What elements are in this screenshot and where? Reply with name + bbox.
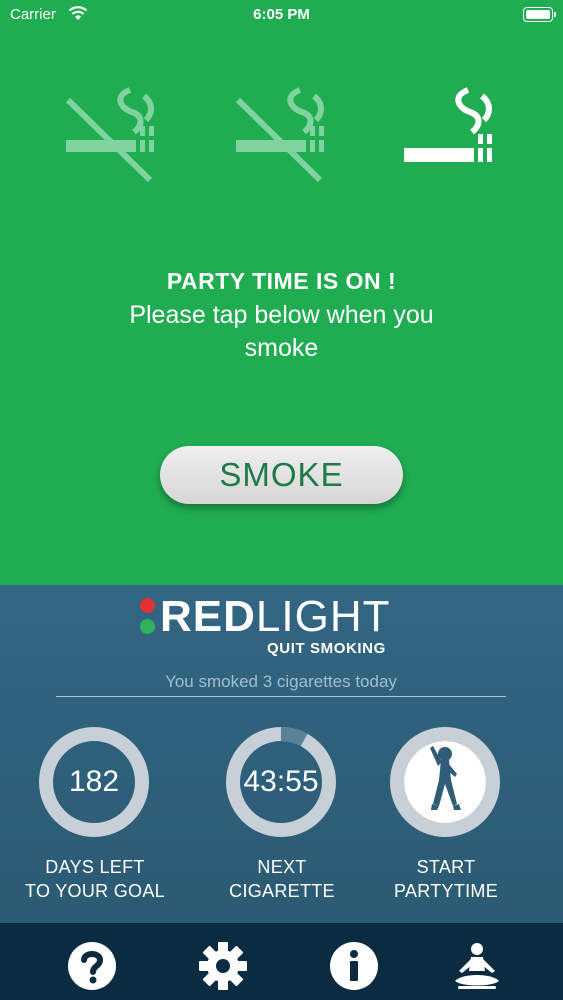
partytime-label-line1: START <box>416 857 476 877</box>
relax-tab[interactable] <box>452 941 502 991</box>
smoke-button[interactable]: SMOKE <box>160 446 403 504</box>
status-bar: Carrier 6:05 PM <box>0 0 563 32</box>
days-left-label: DAYS LEFT TO YOUR GOAL <box>0 855 194 903</box>
brand-red: RED <box>160 592 256 641</box>
partytime-label: START PARTYTIME <box>347 855 545 903</box>
redlight-logo: REDLIGHT QUIT SMOKING <box>140 592 430 658</box>
smoked-today-text: You smoked 3 cigarettes today <box>56 672 506 697</box>
help-icon <box>68 942 116 990</box>
next-cigarette-ring: 43:55 <box>223 724 339 840</box>
party-title: PARTY TIME IS ON ! <box>166 268 397 294</box>
red-light-dot <box>140 598 155 613</box>
info-icon <box>330 942 378 990</box>
days-left-value: 182 <box>68 765 120 798</box>
days-left-label-line1: DAYS LEFT <box>45 857 145 877</box>
no-smoking-icon <box>232 86 336 186</box>
days-left-label-line2: TO YOUR GOAL <box>25 881 165 901</box>
help-tab[interactable] <box>67 941 117 991</box>
no-smoking-icon <box>62 86 166 186</box>
tab-bar <box>0 923 563 1000</box>
days-left-ring: 182 <box>36 724 152 840</box>
clock: 6:05 PM <box>253 6 310 23</box>
brand-subtitle: QUIT SMOKING <box>267 640 386 657</box>
partytime-label-line2: PARTYTIME <box>393 881 499 901</box>
battery-icon <box>523 7 556 22</box>
party-instructions: Please tap below when you smoke <box>129 301 434 362</box>
brand-name: REDLIGHT <box>160 592 390 642</box>
gear-icon <box>199 942 247 990</box>
meditation-icon <box>455 943 499 989</box>
green-light-dot <box>140 619 155 634</box>
settings-tab[interactable] <box>198 941 248 991</box>
partytime-ring[interactable] <box>387 724 503 840</box>
info-tab[interactable] <box>329 941 379 991</box>
next-cigarette-value: 43:55 <box>243 765 319 798</box>
brand-light: LIGHT <box>255 592 391 641</box>
cigarette-icon <box>400 86 504 186</box>
party-message: PARTY TIME IS ON ! Please tap below when… <box>0 268 563 365</box>
